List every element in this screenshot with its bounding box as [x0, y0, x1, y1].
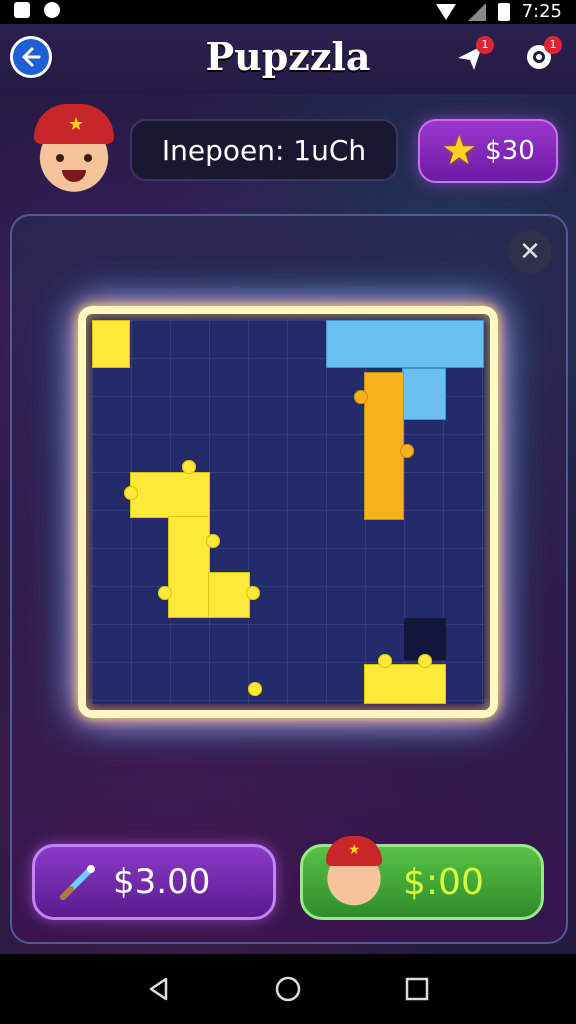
- piece-knob: [378, 654, 392, 668]
- settings-button[interactable]: 1: [522, 36, 562, 74]
- top-bar: Pupzzla 1 1: [0, 24, 576, 94]
- puzzle-piece[interactable]: [402, 368, 446, 420]
- signal-icon: [467, 2, 486, 21]
- player-avatar: ★: [26, 100, 122, 196]
- mini-avatar: ★: [318, 834, 390, 906]
- cap-star-icon: ★: [68, 114, 85, 135]
- status-time: 7:25: [521, 1, 562, 22]
- close-button[interactable]: ✕: [508, 230, 552, 274]
- piece-knob: [182, 460, 196, 474]
- puzzle-piece[interactable]: [130, 472, 210, 518]
- puzzle-piece[interactable]: [364, 372, 404, 520]
- piece-knob: [158, 586, 172, 600]
- piece-knob: [124, 486, 138, 500]
- level-indicator: Inepoen: 1uCh: [130, 119, 398, 181]
- coin-counter[interactable]: ★ $30: [418, 119, 558, 183]
- notification-badge: 1: [476, 36, 494, 54]
- download-icon: [14, 2, 30, 18]
- puzzle-board[interactable]: [92, 320, 484, 704]
- puzzle-piece[interactable]: [364, 664, 446, 704]
- piece-knob: [246, 586, 260, 600]
- coin-value: $30: [485, 136, 535, 166]
- puzzle-piece[interactable]: [326, 320, 484, 368]
- cap-star-icon: ★: [348, 842, 361, 858]
- star-icon: ★: [441, 128, 478, 174]
- settings-badge: 1: [544, 36, 562, 54]
- hint-price: $3.00: [113, 862, 211, 902]
- wifi-icon: [435, 3, 456, 20]
- piece-knob: [206, 534, 220, 548]
- status-bar: 7:25: [0, 0, 576, 24]
- level-label: Inepoen: 1uCh: [161, 133, 367, 167]
- magic-wand-icon: [60, 865, 95, 900]
- piece-knob: [418, 654, 432, 668]
- nav-home-icon[interactable]: [275, 976, 301, 1002]
- notification-icon: [44, 2, 60, 18]
- play-price: $:00: [403, 861, 484, 903]
- puzzle-piece[interactable]: [168, 516, 210, 618]
- battery-icon: [497, 2, 510, 21]
- hint-button[interactable]: $3.00: [32, 844, 276, 920]
- piece-knob: [248, 682, 262, 696]
- puzzle-piece[interactable]: [208, 572, 250, 618]
- notifications-button[interactable]: 1: [454, 36, 494, 74]
- puzzle-piece[interactable]: [92, 320, 130, 368]
- piece-knob: [354, 390, 368, 404]
- close-icon: ✕: [519, 237, 541, 267]
- nav-recents-icon[interactable]: [404, 976, 430, 1002]
- piece-knob: [400, 444, 414, 458]
- navigation-bar: [0, 954, 576, 1024]
- nav-back-icon[interactable]: [146, 976, 172, 1002]
